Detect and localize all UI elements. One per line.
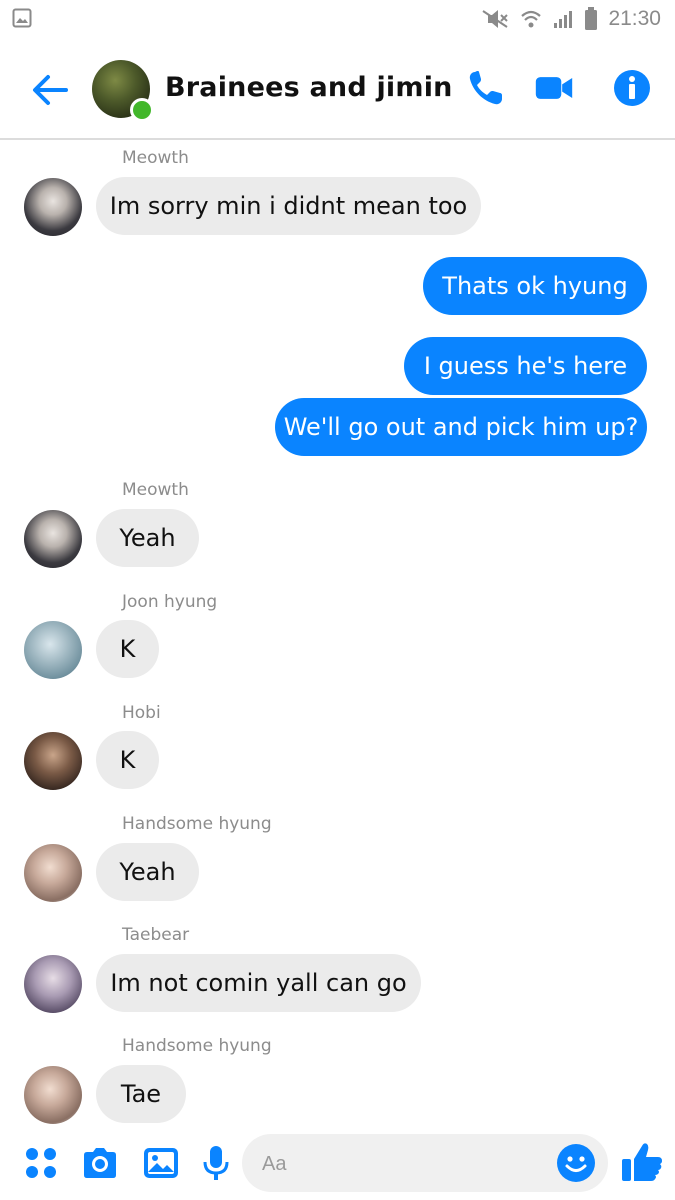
avatar[interactable]	[24, 621, 82, 679]
message-bubble-incoming[interactable]: K	[96, 620, 159, 678]
message-bubble-incoming[interactable]: Tae	[96, 1065, 186, 1123]
sender-name: Taebear	[122, 925, 190, 945]
message-bubble-outgoing[interactable]: We'll go out and pick him up?	[275, 398, 647, 456]
microphone-icon[interactable]	[197, 1144, 235, 1182]
clock: 21:30	[608, 7, 661, 30]
avatar[interactable]	[24, 1066, 82, 1124]
thumbs-up-icon[interactable]	[620, 1140, 664, 1184]
conversation-header: Brainees and jimin	[0, 38, 675, 140]
signal-icon	[554, 11, 573, 28]
avatar[interactable]	[24, 732, 82, 790]
info-icon[interactable]	[612, 68, 652, 108]
message-bubble-outgoing[interactable]: I guess he's here	[404, 337, 647, 395]
message-list[interactable]: Meowth Im sorry min i didnt mean too Tha…	[0, 140, 675, 1130]
emoji-icon[interactable]	[556, 1143, 596, 1183]
message-bubble-incoming[interactable]: K	[96, 731, 159, 789]
image-icon[interactable]	[142, 1144, 180, 1182]
wifi-icon	[521, 10, 542, 28]
sender-name: Meowth	[122, 148, 189, 168]
mute-icon	[482, 10, 509, 28]
message-bubble-incoming[interactable]: Yeah	[96, 509, 199, 567]
message-composer	[0, 1130, 675, 1200]
group-avatar[interactable]	[92, 60, 154, 122]
message-bubble-incoming[interactable]: Im sorry min i didnt mean too	[96, 177, 481, 235]
back-arrow-icon[interactable]	[30, 70, 70, 110]
phone-icon[interactable]	[466, 68, 506, 108]
sender-name: Meowth	[122, 480, 189, 500]
status-icons: 21:30	[480, 6, 661, 32]
conversation-title[interactable]: Brainees and jimin	[165, 72, 453, 103]
status-bar: 21:30	[0, 0, 675, 38]
avatar[interactable]	[24, 844, 82, 902]
avatar[interactable]	[24, 955, 82, 1013]
message-input-container[interactable]	[242, 1134, 608, 1194]
message-bubble-incoming[interactable]: Yeah	[96, 843, 199, 901]
apps-icon[interactable]	[22, 1144, 60, 1182]
camera-icon[interactable]	[81, 1144, 119, 1182]
sender-name: Handsome hyung	[122, 814, 272, 834]
battery-icon	[585, 7, 598, 30]
video-camera-icon[interactable]	[534, 68, 574, 108]
avatar[interactable]	[24, 178, 82, 236]
avatar[interactable]	[24, 510, 82, 568]
message-input[interactable]	[260, 1134, 544, 1194]
sender-name: Joon hyung	[122, 592, 218, 612]
sender-name: Handsome hyung	[122, 1036, 272, 1056]
gallery-icon	[12, 8, 32, 28]
message-bubble-incoming[interactable]: Im not comin yall can go	[96, 954, 421, 1012]
online-indicator	[130, 98, 154, 122]
sender-name: Hobi	[122, 703, 161, 723]
message-bubble-outgoing[interactable]: Thats ok hyung	[423, 257, 647, 315]
